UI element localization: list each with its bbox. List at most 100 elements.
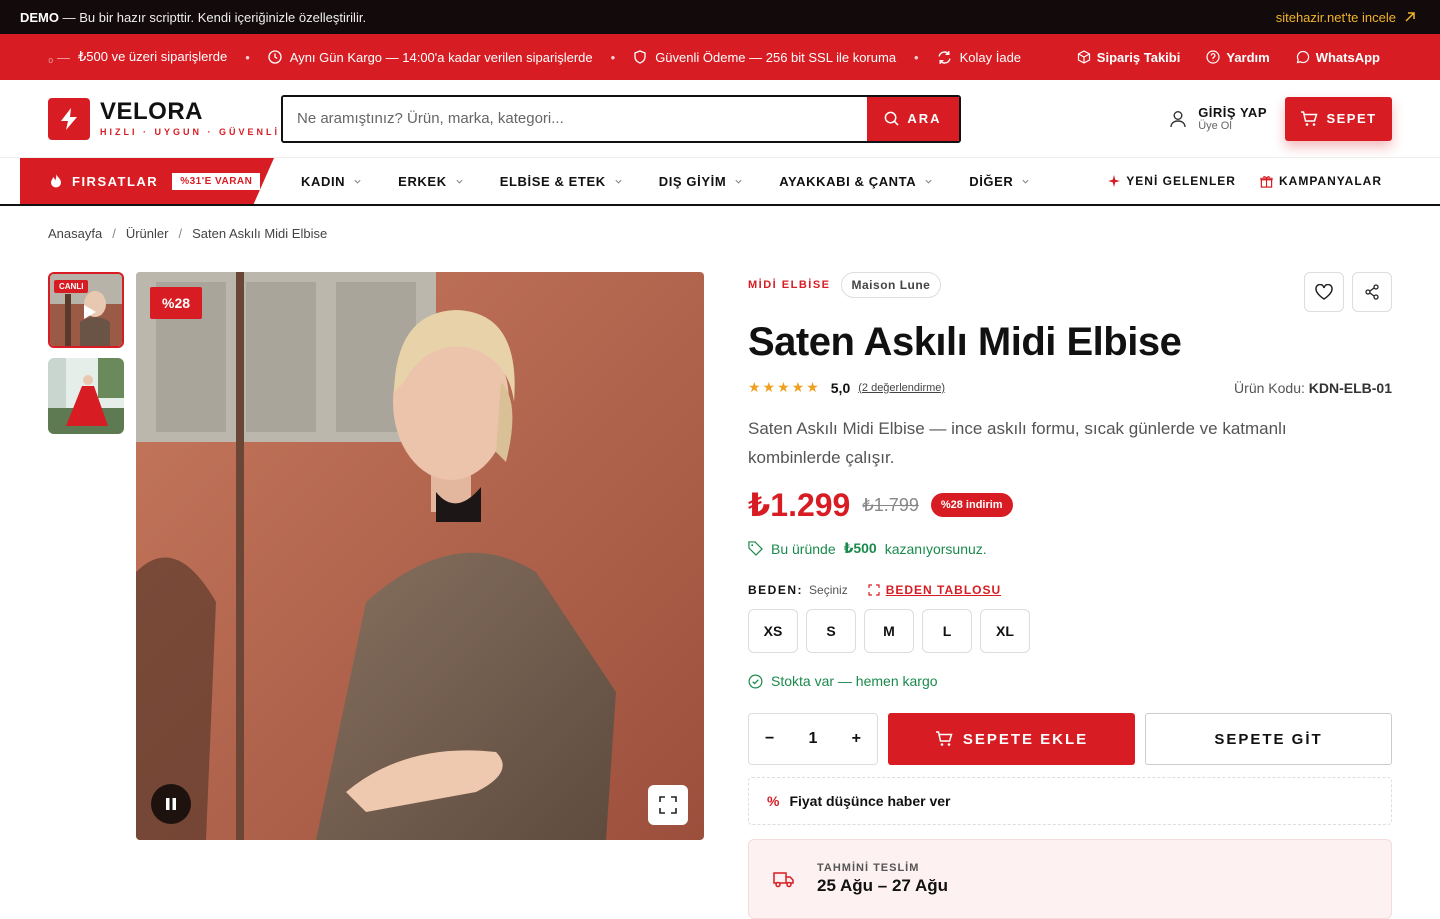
- whatsapp-link[interactable]: WhatsApp: [1296, 50, 1380, 65]
- chevron-down-icon: [925, 179, 932, 184]
- product-brand[interactable]: Maison Lune: [840, 272, 942, 298]
- shield-icon: [634, 50, 646, 64]
- reviews-link[interactable]: (2 değerlendirme): [858, 382, 945, 394]
- promo-text: ₺500 ve üzeri siparişlerde: [78, 49, 228, 64]
- demo-text: — Bu bir hazır scripttir. Kendi içeriğin…: [62, 9, 367, 25]
- price-alert-label: Fiyat düşünce haber ver: [789, 793, 951, 809]
- nav-item-kadin[interactable]: KADIN: [301, 174, 362, 189]
- fullscreen-icon: [659, 796, 677, 814]
- nav-item-dis-giyim[interactable]: DIŞ GİYİM: [659, 174, 744, 189]
- image-thumbnail-image: [48, 358, 124, 434]
- promo-secure: Güvenli Ödeme — 256 bit SSL ile koruma: [633, 50, 896, 65]
- register-link[interactable]: Üye Ol: [1198, 120, 1267, 132]
- site-header: VELORA HIZLI · UYGUN · GÜVENLİ ARA GİRİŞ…: [0, 80, 1440, 158]
- size-option-s[interactable]: S: [806, 609, 856, 653]
- search-icon: [885, 111, 899, 126]
- current-price: ₺1.299: [748, 487, 851, 523]
- delivery-estimate: TAHMİNİ TESLİM 25 Ağu – 27 Ağu: [748, 839, 1392, 919]
- ruler-icon: [868, 584, 880, 596]
- flame-icon: [51, 174, 61, 188]
- breadcrumb-home[interactable]: Anasayfa: [48, 226, 102, 241]
- discount-badge: %28: [150, 287, 203, 319]
- product-main-image[interactable]: %28: [136, 272, 704, 840]
- campaigns-link[interactable]: KAMPANYALAR: [1260, 174, 1382, 188]
- help-label: Yardım: [1226, 49, 1270, 65]
- promo-returns: Kolay İade: [937, 50, 1021, 65]
- logo[interactable]: VELORA HIZLI · UYGUN · GÜVENLİ: [48, 97, 281, 140]
- size-option-xl[interactable]: XL: [980, 609, 1030, 653]
- demo-link-label: sitehazir.net'te incele: [1275, 9, 1396, 25]
- nav-item-elbise-etek[interactable]: ELBİSE & ETEK: [500, 174, 623, 189]
- add-to-cart-button[interactable]: SEPETE EKLE: [888, 713, 1135, 765]
- fullscreen-button[interactable]: [648, 785, 688, 825]
- play-icon: [84, 305, 96, 319]
- demo-bar: DEMO — Bu bir hazır scripttir. Kendi içe…: [0, 0, 1440, 34]
- demo-link[interactable]: sitehazir.net'te incele: [1276, 10, 1416, 25]
- chevron-down-icon: [735, 179, 742, 184]
- search-button[interactable]: ARA: [867, 96, 959, 141]
- promo-free-shipping: ₀ — ₺500 ve üzeri siparişlerde: [48, 49, 227, 65]
- sparkle-icon: [1108, 175, 1121, 187]
- deals-button[interactable]: FIRSATLAR %31'E VARAN: [20, 158, 274, 204]
- chevron-down-icon: [1022, 179, 1029, 184]
- nav-item-ayakkabi-canta[interactable]: AYAKKABI & ÇANTA: [779, 174, 933, 189]
- promo-bar: ₀ — ₺500 ve üzeri siparişlerde • Aynı Gün…: [0, 34, 1440, 80]
- pause-button[interactable]: [151, 784, 191, 824]
- nav-item-label: DİĞER: [969, 173, 1014, 189]
- cart-icon: [935, 731, 953, 746]
- order-tracking-label: Sipariş Takibi: [1096, 49, 1181, 65]
- product-code: Ürün Kodu: KDN-ELB-01: [1234, 380, 1392, 396]
- size-option-xs[interactable]: XS: [748, 609, 798, 653]
- order-tracking-link[interactable]: Sipariş Takibi: [1077, 49, 1181, 65]
- video-thumbnail[interactable]: CANLI: [48, 272, 124, 348]
- decrease-button[interactable]: −: [765, 730, 774, 748]
- go-to-cart-button[interactable]: SEPETE GİT: [1145, 713, 1392, 765]
- user-icon: [1170, 110, 1186, 127]
- rating-value: 5,0: [830, 379, 851, 396]
- demo-notice: DEMO — Bu bir hazır scripttir. Kendi içe…: [20, 10, 366, 25]
- quantity-value[interactable]: 1: [809, 730, 818, 748]
- price-row: ₺1.299 ₺1.799 %28 indirim: [748, 486, 1392, 524]
- rating-stars: ★★★★★: [748, 379, 821, 395]
- nav-item-label: ERKEK: [398, 173, 447, 189]
- cart-button[interactable]: SEPET: [1285, 96, 1392, 141]
- search-input[interactable]: [283, 96, 867, 141]
- nav-item-erkek[interactable]: ERKEK: [398, 174, 464, 189]
- size-option-l[interactable]: L: [922, 609, 972, 653]
- tag-icon: [748, 541, 763, 556]
- breadcrumb-products[interactable]: Ürünler: [126, 226, 169, 241]
- image-thumbnail[interactable]: [48, 358, 124, 434]
- clock-icon: [268, 50, 282, 64]
- arrow-up-right-icon: [1405, 12, 1415, 22]
- gift-icon: [1260, 175, 1273, 188]
- breadcrumb-current: Saten Askılı Midi Elbise: [192, 226, 328, 241]
- heart-icon: [1315, 284, 1333, 300]
- promo-text: Kolay İade: [959, 49, 1022, 65]
- nav-item-label: KADIN: [301, 173, 346, 189]
- pause-icon: [166, 798, 176, 810]
- price-alert-button[interactable]: % Fiyat düşünce haber ver: [748, 777, 1392, 825]
- nav-item-diger[interactable]: DİĞER: [969, 174, 1030, 189]
- cart-icon: [1301, 110, 1318, 126]
- search-button-label: ARA: [907, 111, 942, 126]
- size-option-m[interactable]: M: [864, 609, 914, 653]
- size-label: BEDEN:: [748, 583, 804, 597]
- savings-text: kazanıyorsunuz.: [884, 540, 987, 557]
- new-arrivals-link[interactable]: YENİ GELENLER: [1108, 174, 1236, 188]
- campaigns-label: KAMPANYALAR: [1278, 174, 1382, 188]
- new-arrivals-label: YENİ GELENLER: [1126, 174, 1236, 188]
- login-button[interactable]: GİRİŞ YAP Üye Ol: [1168, 105, 1267, 132]
- help-link[interactable]: Yardım: [1206, 49, 1270, 65]
- truck-icon: [773, 872, 794, 888]
- deals-badge: %31'E VARAN: [172, 172, 261, 190]
- share-button[interactable]: [1352, 272, 1392, 312]
- product-category[interactable]: MİDİ ELBİSE: [748, 279, 831, 291]
- size-guide-link[interactable]: BEDEN TABLOSU: [868, 583, 1001, 597]
- favorite-button[interactable]: [1304, 272, 1344, 312]
- refresh-icon: [938, 50, 951, 64]
- percent-icon: %: [767, 793, 780, 809]
- old-price: ₺1.799: [862, 494, 919, 515]
- whatsapp-label: WhatsApp: [1315, 49, 1380, 65]
- increase-button[interactable]: +: [852, 730, 861, 748]
- discount-pill: %28 indirim: [930, 493, 1013, 517]
